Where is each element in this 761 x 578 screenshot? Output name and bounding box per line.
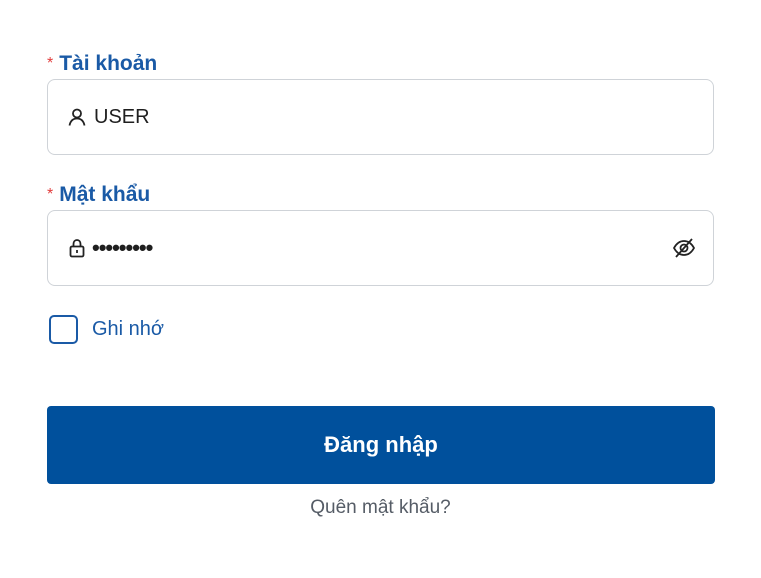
login-form: * Tài khoản USER * Mật khẩu ••••••••• Gh… (0, 0, 761, 578)
password-label-text: Mật khẩu (59, 183, 151, 206)
checkbox-box[interactable] (49, 315, 78, 344)
password-label: * Mật khẩu (47, 182, 150, 208)
login-button[interactable]: Đăng nhập (47, 406, 715, 484)
account-label: * Tài khoản (47, 51, 157, 77)
user-icon (66, 106, 88, 128)
password-value: ••••••••• (92, 235, 153, 260)
remember-checkbox[interactable]: Ghi nhớ (49, 315, 164, 344)
lock-icon (66, 237, 88, 259)
required-mark: * (47, 55, 54, 72)
remember-label: Ghi nhớ (92, 318, 165, 340)
required-mark: * (47, 186, 54, 203)
forgot-password-link[interactable]: Quên mật khẩu? (0, 497, 761, 519)
eye-off-icon[interactable] (671, 235, 697, 261)
account-value: USER (94, 105, 150, 128)
account-input[interactable]: USER (47, 79, 714, 155)
account-label-text: Tài khoản (59, 52, 158, 75)
password-input[interactable]: ••••••••• (47, 210, 714, 286)
